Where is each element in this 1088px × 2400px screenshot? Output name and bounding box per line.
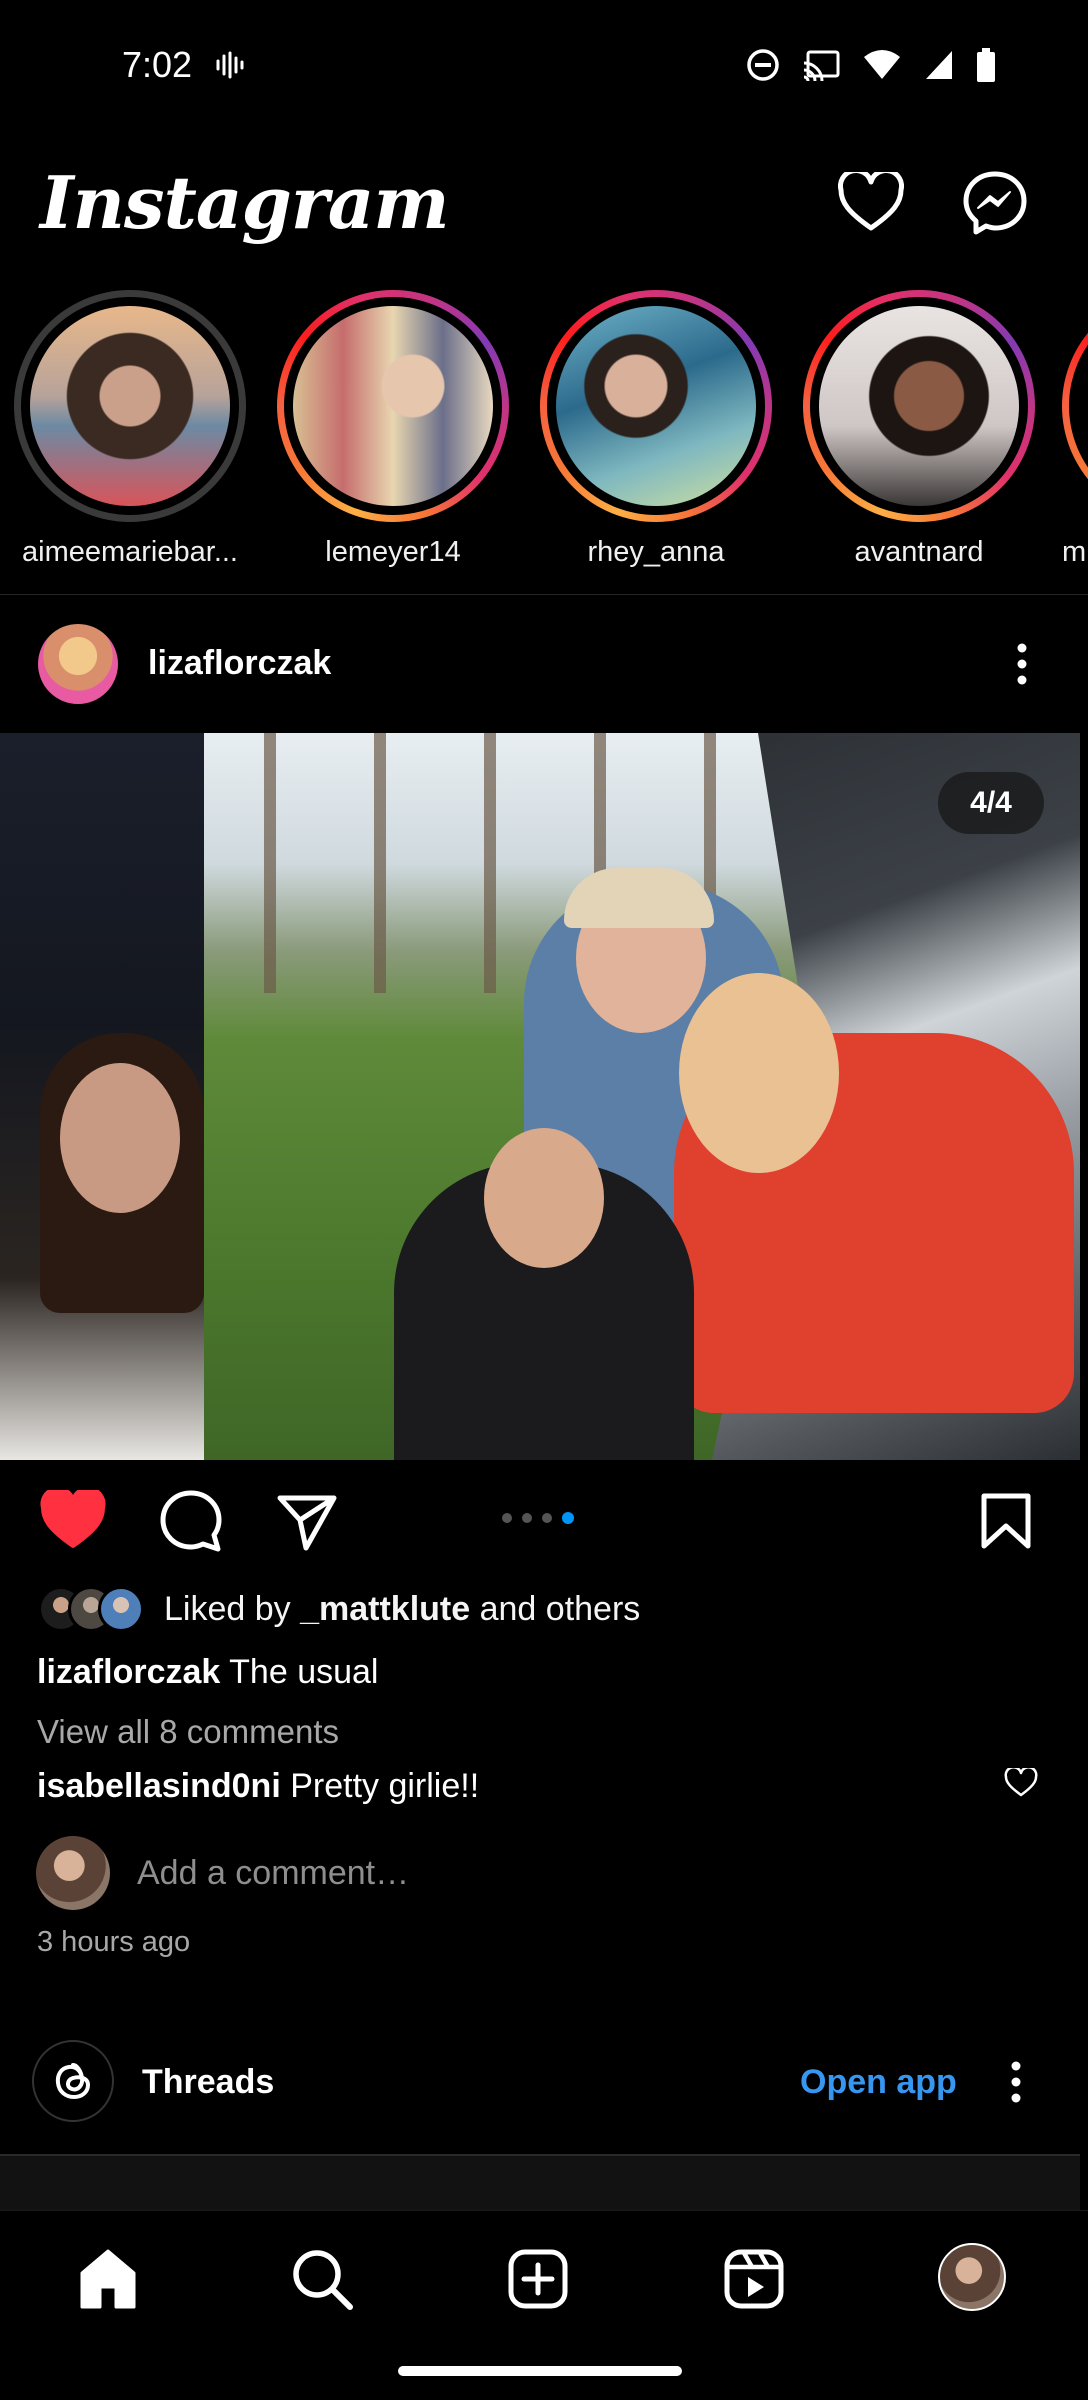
threads-logo-icon bbox=[55, 2063, 91, 2100]
comment-preview: isabellasind0ni Pretty girlie!! bbox=[37, 1767, 479, 1806]
story-avatar bbox=[556, 306, 756, 506]
liker-avatar bbox=[98, 1586, 144, 1632]
heart-icon[interactable] bbox=[838, 172, 904, 232]
more-icon[interactable] bbox=[1004, 2058, 1028, 2106]
battery-icon bbox=[977, 48, 995, 82]
home-icon[interactable] bbox=[76, 2247, 140, 2311]
my-avatar bbox=[36, 1836, 110, 1910]
gesture-home-indicator[interactable] bbox=[398, 2366, 682, 2376]
story-username: lemeyer14 bbox=[325, 536, 461, 568]
caption-username[interactable]: lizaflorczak bbox=[37, 1653, 220, 1691]
comment-text: Pretty girlie!! bbox=[290, 1767, 480, 1805]
create-icon[interactable] bbox=[506, 2247, 570, 2311]
story-item[interactable]: lemeyer14 bbox=[273, 290, 513, 569]
story-item[interactable]: avantnard bbox=[799, 290, 1039, 569]
view-all-comments-link[interactable]: View all 8 comments bbox=[37, 1713, 339, 1751]
carousel-dot bbox=[542, 1513, 552, 1523]
story-username: m bbox=[1062, 536, 1087, 568]
carousel-dot-active bbox=[562, 1512, 574, 1524]
share-icon[interactable] bbox=[276, 1492, 338, 1552]
carousel-indicator bbox=[502, 1512, 574, 1524]
likes-summary[interactable]: Liked by _mattklute and others bbox=[38, 1586, 640, 1632]
carousel-previous-photo bbox=[0, 733, 204, 1460]
profile-avatar[interactable] bbox=[938, 2243, 1006, 2311]
reels-icon[interactable] bbox=[722, 2247, 786, 2311]
story-avatar bbox=[293, 306, 493, 506]
carousel-counter: 4/4 bbox=[938, 772, 1044, 834]
threads-label: Threads bbox=[142, 2063, 275, 2101]
status-bar: 7:02 bbox=[0, 0, 1088, 135]
dnd-icon bbox=[747, 49, 779, 81]
wifi-icon bbox=[864, 50, 900, 79]
caption-text: The usual bbox=[229, 1653, 379, 1691]
stories-tray: aimeemariebar... lemeyer14 rhey_anna ava… bbox=[0, 290, 1088, 590]
story-username: avantnard bbox=[854, 536, 984, 568]
messenger-icon[interactable] bbox=[962, 170, 1028, 236]
post-caption: lizaflorczak The usual bbox=[37, 1653, 378, 1692]
add-comment-input[interactable]: Add a comment… bbox=[137, 1854, 409, 1893]
threads-icon[interactable] bbox=[32, 2040, 114, 2122]
story-username: rhey_anna bbox=[587, 536, 725, 568]
open-app-button[interactable]: Open app bbox=[800, 2063, 957, 2102]
post-timestamp: 3 hours ago bbox=[37, 1926, 191, 1958]
status-time: 7:02 bbox=[122, 44, 193, 85]
instagram-logo[interactable]: Instagram bbox=[40, 160, 450, 245]
post-image-carousel[interactable] bbox=[0, 733, 1080, 1460]
story-avatar bbox=[819, 306, 1019, 506]
story-item[interactable]: m bbox=[1062, 290, 1088, 569]
likes-text: Liked by _mattklute and others bbox=[164, 1589, 641, 1628]
carousel-dot bbox=[502, 1513, 512, 1523]
stories-divider bbox=[0, 594, 1088, 595]
liked-by-username[interactable]: _mattklute bbox=[300, 1590, 470, 1628]
next-feed-card bbox=[0, 2154, 1080, 2210]
like-heart-icon[interactable] bbox=[40, 1490, 106, 1550]
comment-icon[interactable] bbox=[158, 1488, 224, 1554]
carousel-dot bbox=[522, 1513, 532, 1523]
story-username: aimeemariebar... bbox=[22, 536, 238, 568]
post-author-username[interactable]: lizaflorczak bbox=[148, 644, 331, 683]
comment-username[interactable]: isabellasind0ni bbox=[37, 1767, 281, 1805]
story-item[interactable]: rhey_anna bbox=[536, 290, 776, 569]
carousel-current-photo bbox=[204, 733, 1080, 1460]
more-icon[interactable] bbox=[1010, 640, 1034, 688]
story-item[interactable]: aimeemariebar... bbox=[10, 290, 250, 569]
cast-icon bbox=[803, 50, 840, 81]
bookmark-icon[interactable] bbox=[980, 1492, 1032, 1550]
signal-icon bbox=[926, 51, 952, 79]
vibrate-icon bbox=[216, 51, 244, 79]
search-icon[interactable] bbox=[290, 2247, 354, 2311]
post-author-avatar[interactable] bbox=[38, 624, 118, 704]
story-avatar bbox=[30, 306, 230, 506]
comment-heart-icon[interactable] bbox=[1004, 1768, 1038, 1798]
